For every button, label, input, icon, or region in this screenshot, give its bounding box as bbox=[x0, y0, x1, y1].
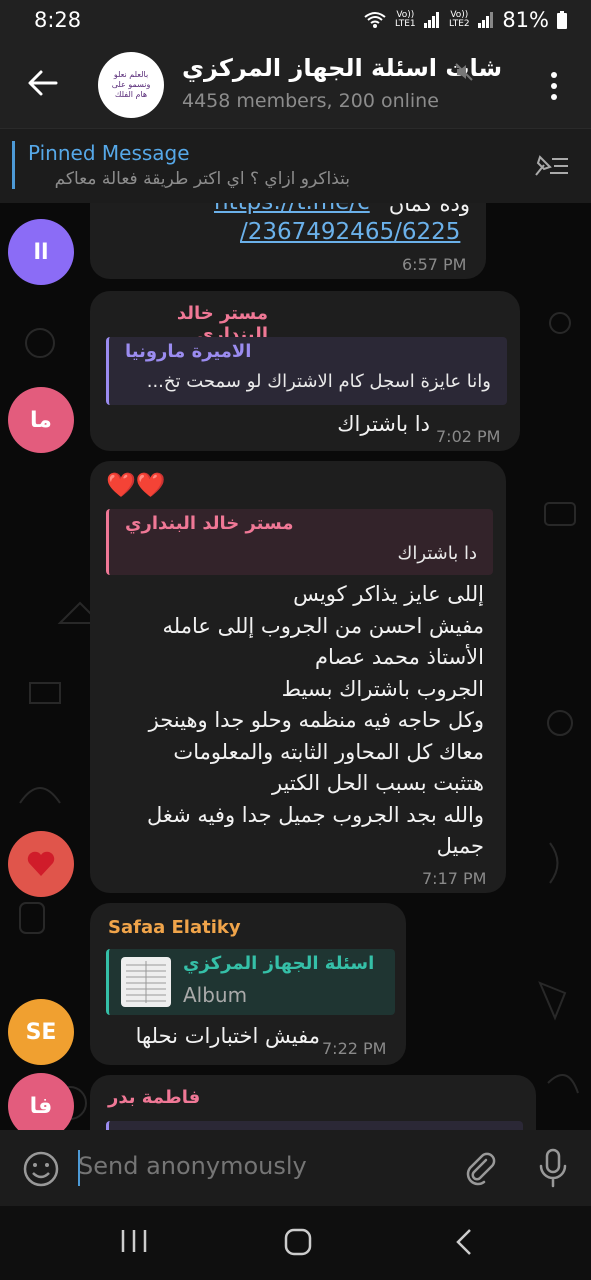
emoji-icon[interactable] bbox=[22, 1150, 60, 1188]
reply-preview[interactable]: مستر خالد البنداري دا باشتراك bbox=[106, 509, 493, 575]
microphone-icon[interactable] bbox=[536, 1148, 570, 1188]
reply-preview[interactable]: اسئلة الجهاز المركزي Album bbox=[106, 949, 395, 1015]
reply-sender-name: مستر خالد البنداري bbox=[125, 513, 294, 534]
signal-2-icon bbox=[478, 12, 494, 28]
user-avatar[interactable]: ما bbox=[8, 387, 74, 453]
sender-name[interactable]: فاطمة بدر bbox=[108, 1087, 200, 1108]
user-avatar[interactable]: اا bbox=[8, 219, 74, 285]
reply-preview-edge bbox=[106, 1121, 523, 1130]
chat-history[interactable]: وده کمان https://t.me/c /2367492465/6225… bbox=[0, 203, 591, 1130]
message-time: 6:57 PM bbox=[402, 255, 467, 274]
user-avatar[interactable]: فا bbox=[8, 1073, 74, 1130]
recents-icon bbox=[121, 1230, 147, 1252]
signal-1-icon bbox=[424, 12, 440, 28]
message-text: إللى عايز يذاكر كويس مفيش احسن من الجروب… bbox=[147, 582, 484, 858]
message-text: دا باشتراك bbox=[337, 412, 430, 436]
group-avatar-text: بالعلم نعلو ونسمو على هام الفلك bbox=[111, 70, 151, 99]
message-time: 7:02 PM bbox=[436, 427, 501, 446]
reply-preview[interactable]: الاميرة مارونيا وانا عايزة اسجل كام الاش… bbox=[106, 337, 507, 405]
message-link-part2[interactable]: /2367492465/6225 bbox=[240, 219, 460, 245]
pinned-list-icon[interactable] bbox=[530, 151, 570, 181]
back-nav-icon bbox=[456, 1229, 471, 1255]
message-text: مفيش اختبارات نحلها bbox=[135, 1024, 320, 1048]
pinned-title: Pinned Message bbox=[28, 141, 190, 165]
more-menu-icon[interactable] bbox=[544, 70, 564, 102]
attach-icon[interactable] bbox=[462, 1150, 498, 1186]
members-count: 4458 members, 200 online bbox=[182, 90, 439, 112]
network-1-label: Vo)) LTE1 bbox=[394, 10, 416, 29]
back-button[interactable] bbox=[454, 1228, 474, 1260]
message-time: 7:17 PM bbox=[422, 869, 487, 888]
message-input[interactable] bbox=[78, 1152, 438, 1180]
system-nav-bar bbox=[0, 1206, 591, 1280]
text-cursor bbox=[78, 1150, 80, 1186]
reply-text: دا باشتراك bbox=[397, 543, 477, 564]
recents-button[interactable] bbox=[120, 1228, 148, 1258]
heart-icon bbox=[27, 851, 55, 876]
user-avatar[interactable] bbox=[8, 831, 74, 897]
network-2-label: Vo)) LTE2 bbox=[448, 10, 470, 29]
status-bar: 8:28 Vo)) LTE1 Vo)) LTE2 81% bbox=[0, 0, 591, 44]
message-link-part1[interactable]: https://t.me/c bbox=[214, 203, 370, 215]
status-time: 8:28 bbox=[34, 8, 82, 32]
sender-name[interactable]: Safaa Elatiky bbox=[108, 917, 241, 938]
reply-sender-name: اسئلة الجهاز المركزي bbox=[183, 953, 375, 974]
pinned-text: بتذاكرو ازاي ؟ اي اكتر طريقة فعالة معاكم bbox=[54, 169, 350, 189]
reply-text: Album bbox=[183, 983, 248, 1007]
reply-sender-name: الاميرة مارونيا bbox=[125, 341, 252, 362]
muted-icon bbox=[455, 63, 473, 81]
status-icons: Vo)) LTE1 Vo)) LTE2 81% bbox=[364, 8, 567, 32]
album-thumbnail bbox=[121, 957, 171, 1007]
battery-icon bbox=[557, 11, 567, 29]
chat-header: بالعلم نعلو ونسمو على هام الفلك شات اسئل… bbox=[0, 44, 591, 128]
reaction[interactable]: ❤️❤️ bbox=[106, 471, 166, 499]
battery-percent: 81% bbox=[502, 8, 549, 32]
user-avatar[interactable]: SE bbox=[8, 999, 74, 1065]
home-button[interactable] bbox=[284, 1228, 312, 1260]
reply-text: وانا عايزة اسجل كام الاشتراك لو سمحت تخ.… bbox=[146, 371, 491, 392]
home-icon bbox=[284, 1228, 312, 1256]
pinned-indicator bbox=[12, 141, 15, 189]
message-composer bbox=[0, 1130, 591, 1206]
message-time: 7:22 PM bbox=[322, 1039, 387, 1058]
wifi-icon bbox=[364, 12, 386, 28]
group-avatar[interactable]: بالعلم نعلو ونسمو على هام الفلك bbox=[98, 52, 164, 118]
pinned-message-bar[interactable]: Pinned Message بتذاكرو ازاي ؟ اي اكتر طر… bbox=[0, 128, 591, 203]
back-arrow-icon[interactable] bbox=[26, 66, 60, 100]
